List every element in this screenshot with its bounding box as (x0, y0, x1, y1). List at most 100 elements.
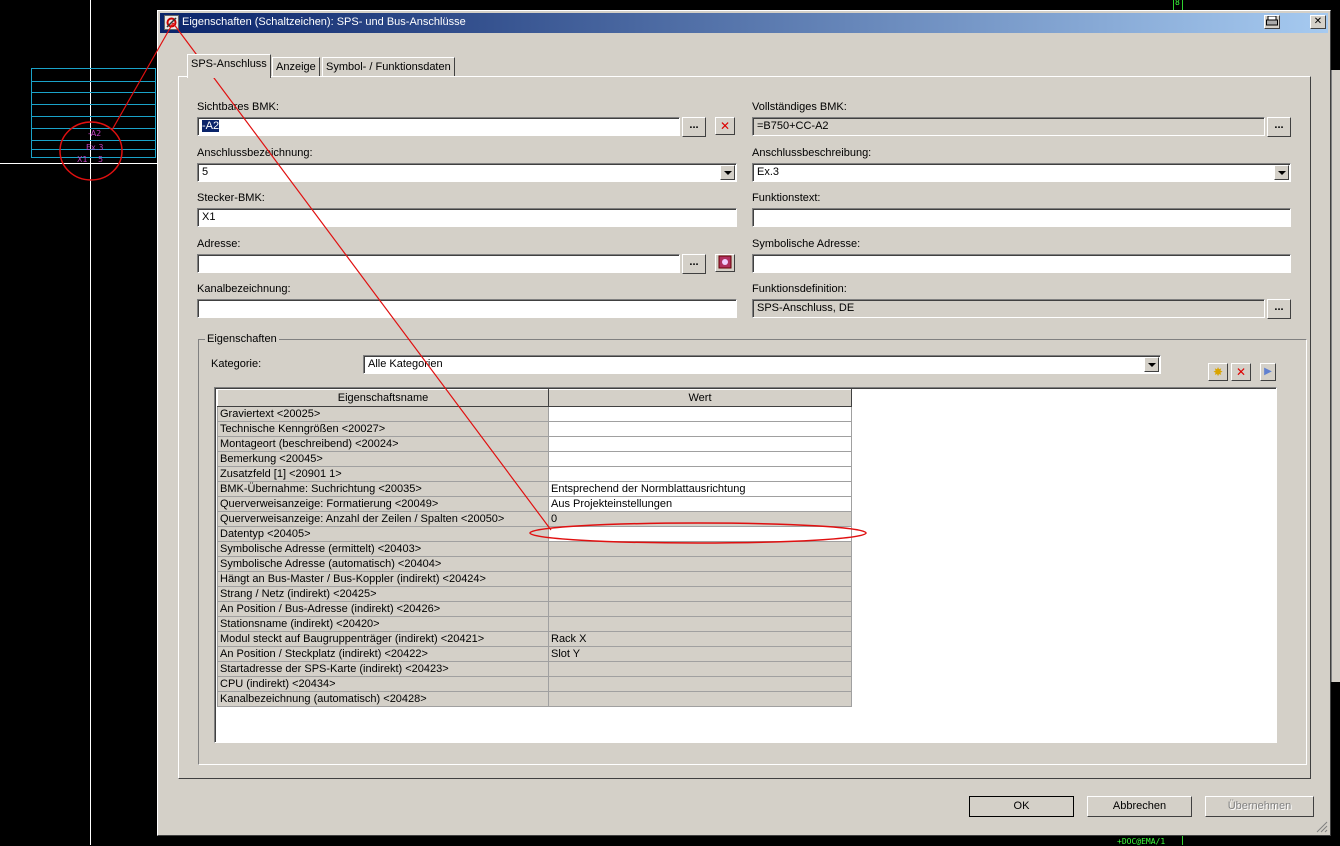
table-row[interactable]: Hängt an Bus-Master / Bus-Koppler (indir… (217, 571, 852, 587)
table-row[interactable]: Symbolische Adresse (ermittelt) <20403> (217, 541, 852, 557)
table-row[interactable]: An Position / Bus-Adresse (indirekt) <20… (217, 601, 852, 617)
property-name-cell: Stationsname (indirekt) <20420> (217, 616, 549, 632)
cad-label-plug: X1 (77, 155, 88, 164)
property-value-cell (548, 676, 852, 692)
property-value-cell: Slot Y (548, 646, 852, 662)
right-panel-strip (1331, 70, 1340, 682)
property-name-cell: An Position / Steckplatz (indirekt) <204… (217, 646, 549, 662)
address-picker-icon[interactable] (715, 254, 735, 272)
symbolische-adresse-input[interactable] (752, 254, 1291, 273)
kanalbezeichnung-label: Kanalbezeichnung: (197, 283, 291, 295)
clear-red-x-icon[interactable]: ✕ (715, 117, 735, 135)
cad-label-description: Ex.3 (86, 143, 104, 152)
table-row[interactable]: Technische Kenngrößen <20027> (217, 421, 852, 437)
cancel-button[interactable]: Abbrechen (1087, 796, 1192, 817)
property-name-cell: An Position / Bus-Adresse (indirekt) <20… (217, 601, 549, 617)
property-name-cell: Zusatzfeld [1] <20901 1> (217, 466, 549, 482)
table-row[interactable]: Querverweisanzeige: Anzahl der Zeilen / … (217, 511, 852, 527)
table-row[interactable]: Bemerkung <20045> (217, 451, 852, 467)
chevron-down-icon[interactable] (1144, 357, 1159, 372)
adresse-browse-button[interactable]: ... (682, 254, 706, 274)
property-value-cell[interactable] (548, 451, 852, 467)
properties-table: Eigenschaftsname Wert Graviertext <20025… (217, 389, 852, 707)
stecker-bmk-input[interactable]: X1 (197, 208, 737, 227)
table-row[interactable]: Graviertext <20025> (217, 406, 852, 422)
table-row[interactable]: Zusatzfeld [1] <20901 1> (217, 466, 852, 482)
ok-button[interactable]: OK (969, 796, 1074, 817)
property-name-cell: Symbolische Adresse (ermittelt) <20403> (217, 541, 549, 557)
close-icon[interactable]: ✕ (1310, 15, 1326, 29)
adresse-label: Adresse: (197, 238, 241, 250)
apply-button: Übernehmen (1205, 796, 1314, 817)
column-header-value[interactable]: Wert (548, 389, 852, 407)
table-row[interactable]: BMK-Übernahme: Suchrichtung <20035> Entsp… (217, 481, 852, 497)
property-value-cell: Rack X (548, 631, 852, 647)
anschlussbeschreibung-combobox[interactable]: Ex.3 (752, 163, 1291, 182)
table-row[interactable]: Symbolische Adresse (automatisch) <20404… (217, 556, 852, 572)
property-name-cell: Strang / Netz (indirekt) <20425> (217, 586, 549, 602)
property-value-cell[interactable]: Entsprechend der Normblattausrichtung (548, 481, 852, 497)
property-name-cell: CPU (indirekt) <20434> (217, 676, 549, 692)
properties-dialog: Eigenschaften (Schaltzeichen): SPS- und … (157, 10, 1331, 836)
table-row[interactable]: Datentyp <20405> (217, 526, 852, 542)
property-value-cell[interactable] (548, 406, 852, 422)
kanalbezeichnung-input[interactable] (197, 299, 737, 318)
property-value-cell[interactable] (548, 421, 852, 437)
vollstaendiges-bmk-input: =B750+CC-A2 (752, 117, 1265, 136)
tab-sps-anschluss[interactable]: SPS-Anschluss (187, 54, 271, 78)
property-name-cell: Bemerkung <20045> (217, 451, 549, 467)
chevron-down-icon[interactable] (1274, 165, 1289, 180)
property-value-cell[interactable] (548, 466, 852, 482)
property-name-cell: Datentyp <20405> (217, 526, 549, 542)
funktionstext-input[interactable] (752, 208, 1291, 227)
table-row[interactable]: Modul steckt auf Baugruppenträger (indir… (217, 631, 852, 647)
play-arrow-icon[interactable]: ▶ (1260, 363, 1276, 381)
delete-property-icon[interactable]: ✕ (1231, 363, 1251, 381)
anschlussbeschreibung-value: Ex.3 (757, 166, 780, 178)
green-top-mark: 8 (1175, 0, 1180, 7)
sichtbares-bmk-value: -A2 (202, 120, 220, 132)
property-value-cell (548, 661, 852, 677)
kategorie-value: Alle Kategorien (368, 358, 443, 370)
cad-label-connection: 5 (98, 155, 104, 164)
stecker-bmk-value: X1 (202, 211, 216, 223)
table-row[interactable]: Montageort (beschreibend) <20024> (217, 436, 852, 452)
table-row[interactable]: Querverweisanzeige: Formatierung <20049>… (217, 496, 852, 512)
table-row[interactable]: CPU (indirekt) <20434> (217, 676, 852, 692)
vollstaendiges-bmk-browse-button[interactable]: ... (1267, 117, 1291, 137)
resize-grip[interactable] (1316, 821, 1328, 833)
sichtbares-bmk-input[interactable]: -A2 (197, 117, 680, 136)
table-row[interactable]: Kanalbezeichnung (automatisch) <20428> (217, 691, 852, 707)
table-row[interactable]: Stationsname (indirekt) <20420> (217, 616, 852, 632)
funktionsdefinition-label: Funktionsdefinition: (752, 283, 847, 295)
tab-anzeige[interactable]: Anzeige (272, 57, 320, 77)
property-value-cell (548, 556, 852, 572)
property-value-cell (548, 586, 852, 602)
funktionsdefinition-browse-button[interactable]: ... (1267, 299, 1291, 319)
chevron-down-icon[interactable] (720, 165, 735, 180)
table-row[interactable]: An Position / Steckplatz (indirekt) <204… (217, 646, 852, 662)
sichtbares-bmk-browse-button[interactable]: ... (682, 117, 706, 137)
table-row[interactable]: Strang / Netz (indirekt) <20425> (217, 586, 852, 602)
property-value-cell[interactable]: Aus Projekteinstellungen (548, 496, 852, 512)
anschlussbezeichnung-combobox[interactable]: 5 (197, 163, 737, 182)
property-name-cell: BMK-Übernahme: Suchrichtung <20035> (217, 481, 549, 497)
properties-group-label: Eigenschaften (205, 333, 279, 345)
new-property-icon[interactable]: ✸ (1208, 363, 1228, 381)
property-value-cell[interactable] (548, 436, 852, 452)
property-name-cell: Montageort (beschreibend) <20024> (217, 436, 549, 452)
adresse-input[interactable] (197, 254, 680, 273)
table-row[interactable]: Startadresse der SPS-Karte (indirekt) <2… (217, 661, 852, 677)
properties-rows: Graviertext <20025> Technische Kenngrößen… (217, 406, 852, 707)
anschlussbezeichnung-label: Anschlussbezeichnung: (197, 147, 313, 159)
symbolische-adresse-label: Symbolische Adresse: (752, 238, 861, 250)
property-value-cell[interactable] (548, 526, 852, 542)
title-bar[interactable]: Eigenschaften (Schaltzeichen): SPS- und … (160, 13, 1328, 33)
kategorie-combobox[interactable]: Alle Kategorien (363, 355, 1161, 374)
green-vertical-line-2 (1173, 0, 1174, 10)
column-header-name[interactable]: Eigenschaftsname (217, 389, 549, 407)
property-name-cell: Symbolische Adresse (automatisch) <20404… (217, 556, 549, 572)
tab-symbol-funktionsdaten[interactable]: Symbol- / Funktionsdaten (322, 57, 455, 77)
print-icon[interactable] (1264, 15, 1280, 29)
property-name-cell: Modul steckt auf Baugruppenträger (indir… (217, 631, 549, 647)
